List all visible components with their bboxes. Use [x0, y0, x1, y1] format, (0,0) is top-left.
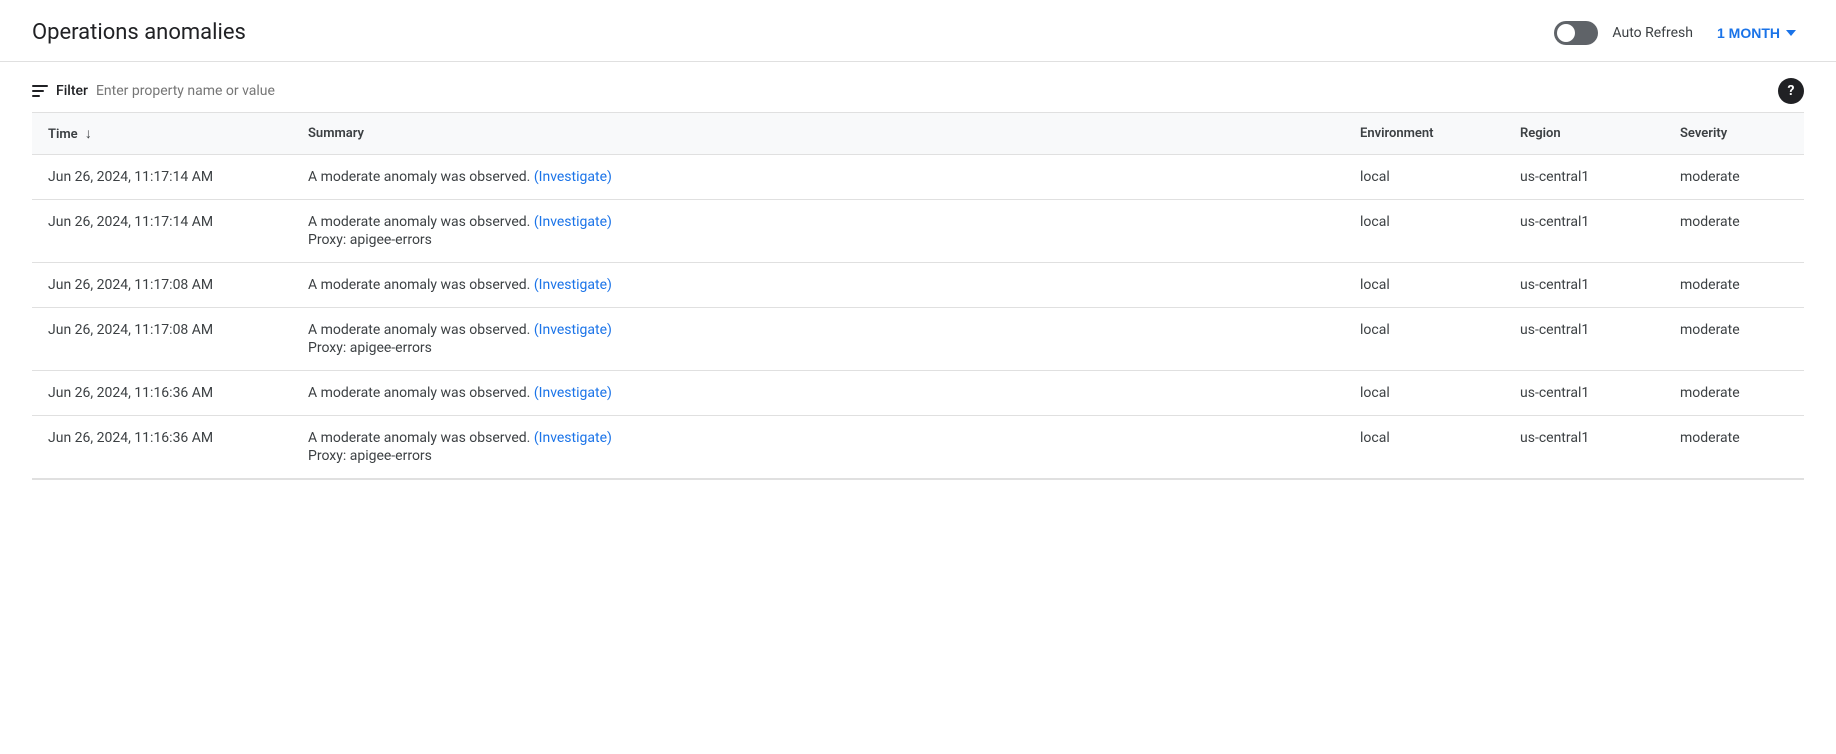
investigate-link[interactable]: (Investigate): [534, 214, 612, 230]
proxy-text: Proxy: apigee-errors: [308, 232, 1328, 248]
cell-time: Jun 26, 2024, 11:16:36 AM: [32, 371, 292, 416]
proxy-text: Proxy: apigee-errors: [308, 448, 1328, 464]
chevron-down-icon: [1786, 30, 1796, 36]
anomalies-table: Time ↓ Summary Environment Region Severi…: [32, 112, 1804, 479]
bottom-divider: [32, 479, 1804, 480]
summary-text: A moderate anomaly was observed. (Invest…: [308, 430, 612, 446]
table-row: Jun 26, 2024, 11:16:36 AM A moderate anom…: [32, 371, 1804, 416]
help-icon[interactable]: ?: [1778, 78, 1804, 104]
cell-severity: moderate: [1664, 308, 1804, 371]
filter-left: Filter: [32, 83, 496, 99]
cell-severity: moderate: [1664, 155, 1804, 200]
summary-text: A moderate anomaly was observed. (Invest…: [308, 277, 612, 293]
cell-environment: local: [1344, 308, 1504, 371]
filter-line-1: [32, 85, 48, 87]
toggle-knob: [1557, 24, 1575, 42]
col-header-severity: Severity: [1664, 113, 1804, 155]
sort-arrow-icon: ↓: [85, 125, 92, 142]
cell-summary: A moderate anomaly was observed. (Invest…: [292, 371, 1344, 416]
auto-refresh-toggle-wrapper: Auto Refresh: [1554, 21, 1693, 45]
cell-time: Jun 26, 2024, 11:16:36 AM: [32, 416, 292, 479]
table-header-row: Time ↓ Summary Environment Region Severi…: [32, 113, 1804, 155]
investigate-link[interactable]: (Investigate): [534, 385, 612, 401]
cell-environment: local: [1344, 155, 1504, 200]
cell-time: Jun 26, 2024, 11:17:08 AM: [32, 263, 292, 308]
summary-text: A moderate anomaly was observed. (Invest…: [308, 322, 612, 338]
cell-region: us-central1: [1504, 371, 1664, 416]
filter-line-2: [32, 90, 44, 92]
anomalies-table-container: Time ↓ Summary Environment Region Severi…: [0, 112, 1836, 479]
proxy-text: Proxy: apigee-errors: [308, 340, 1328, 356]
table-row: Jun 26, 2024, 11:17:14 AM A moderate anom…: [32, 155, 1804, 200]
filter-icon-group: Filter: [32, 83, 88, 99]
cell-region: us-central1: [1504, 416, 1664, 479]
cell-severity: moderate: [1664, 371, 1804, 416]
investigate-link[interactable]: (Investigate): [534, 322, 612, 338]
cell-summary: A moderate anomaly was observed. (Invest…: [292, 200, 1344, 263]
page-title: Operations anomalies: [32, 20, 246, 45]
auto-refresh-toggle[interactable]: [1554, 21, 1598, 45]
cell-summary: A moderate anomaly was observed. (Invest…: [292, 263, 1344, 308]
investigate-link[interactable]: (Investigate): [534, 277, 612, 293]
col-header-region: Region: [1504, 113, 1664, 155]
filter-line-3: [32, 95, 40, 97]
table-row: Jun 26, 2024, 11:17:14 AM A moderate anom…: [32, 200, 1804, 263]
cell-time: Jun 26, 2024, 11:17:08 AM: [32, 308, 292, 371]
auto-refresh-label: Auto Refresh: [1612, 25, 1693, 41]
col-header-time[interactable]: Time ↓: [32, 113, 292, 155]
cell-severity: moderate: [1664, 200, 1804, 263]
cell-summary: A moderate anomaly was observed. (Invest…: [292, 308, 1344, 371]
cell-severity: moderate: [1664, 263, 1804, 308]
cell-time: Jun 26, 2024, 11:17:14 AM: [32, 200, 292, 263]
summary-text: A moderate anomaly was observed. (Invest…: [308, 214, 612, 230]
header-controls: Auto Refresh 1 MONTH: [1554, 21, 1804, 45]
cell-environment: local: [1344, 200, 1504, 263]
cell-summary: A moderate anomaly was observed. (Invest…: [292, 416, 1344, 479]
cell-region: us-central1: [1504, 308, 1664, 371]
cell-region: us-central1: [1504, 155, 1664, 200]
col-header-summary: Summary: [292, 113, 1344, 155]
cell-time: Jun 26, 2024, 11:17:14 AM: [32, 155, 292, 200]
cell-region: us-central1: [1504, 263, 1664, 308]
cell-severity: moderate: [1664, 416, 1804, 479]
time-range-button[interactable]: 1 MONTH: [1709, 21, 1804, 45]
cell-environment: local: [1344, 371, 1504, 416]
investigate-link[interactable]: (Investigate): [534, 430, 612, 446]
filter-input[interactable]: [96, 83, 496, 99]
page-header: Operations anomalies Auto Refresh 1 MONT…: [0, 0, 1836, 62]
filter-lines-icon: [32, 85, 48, 97]
filter-section: Filter ?: [0, 62, 1836, 112]
time-range-label: 1 MONTH: [1717, 25, 1780, 41]
cell-region: us-central1: [1504, 200, 1664, 263]
summary-text: A moderate anomaly was observed. (Invest…: [308, 385, 612, 401]
table-row: Jun 26, 2024, 11:17:08 AM A moderate anom…: [32, 308, 1804, 371]
cell-environment: local: [1344, 263, 1504, 308]
table-row: Jun 26, 2024, 11:17:08 AM A moderate anom…: [32, 263, 1804, 308]
table-row: Jun 26, 2024, 11:16:36 AM A moderate anom…: [32, 416, 1804, 479]
summary-text: A moderate anomaly was observed. (Invest…: [308, 169, 612, 185]
cell-environment: local: [1344, 416, 1504, 479]
investigate-link[interactable]: (Investigate): [534, 169, 612, 185]
cell-summary: A moderate anomaly was observed. (Invest…: [292, 155, 1344, 200]
col-header-environment: Environment: [1344, 113, 1504, 155]
filter-label: Filter: [56, 83, 88, 99]
